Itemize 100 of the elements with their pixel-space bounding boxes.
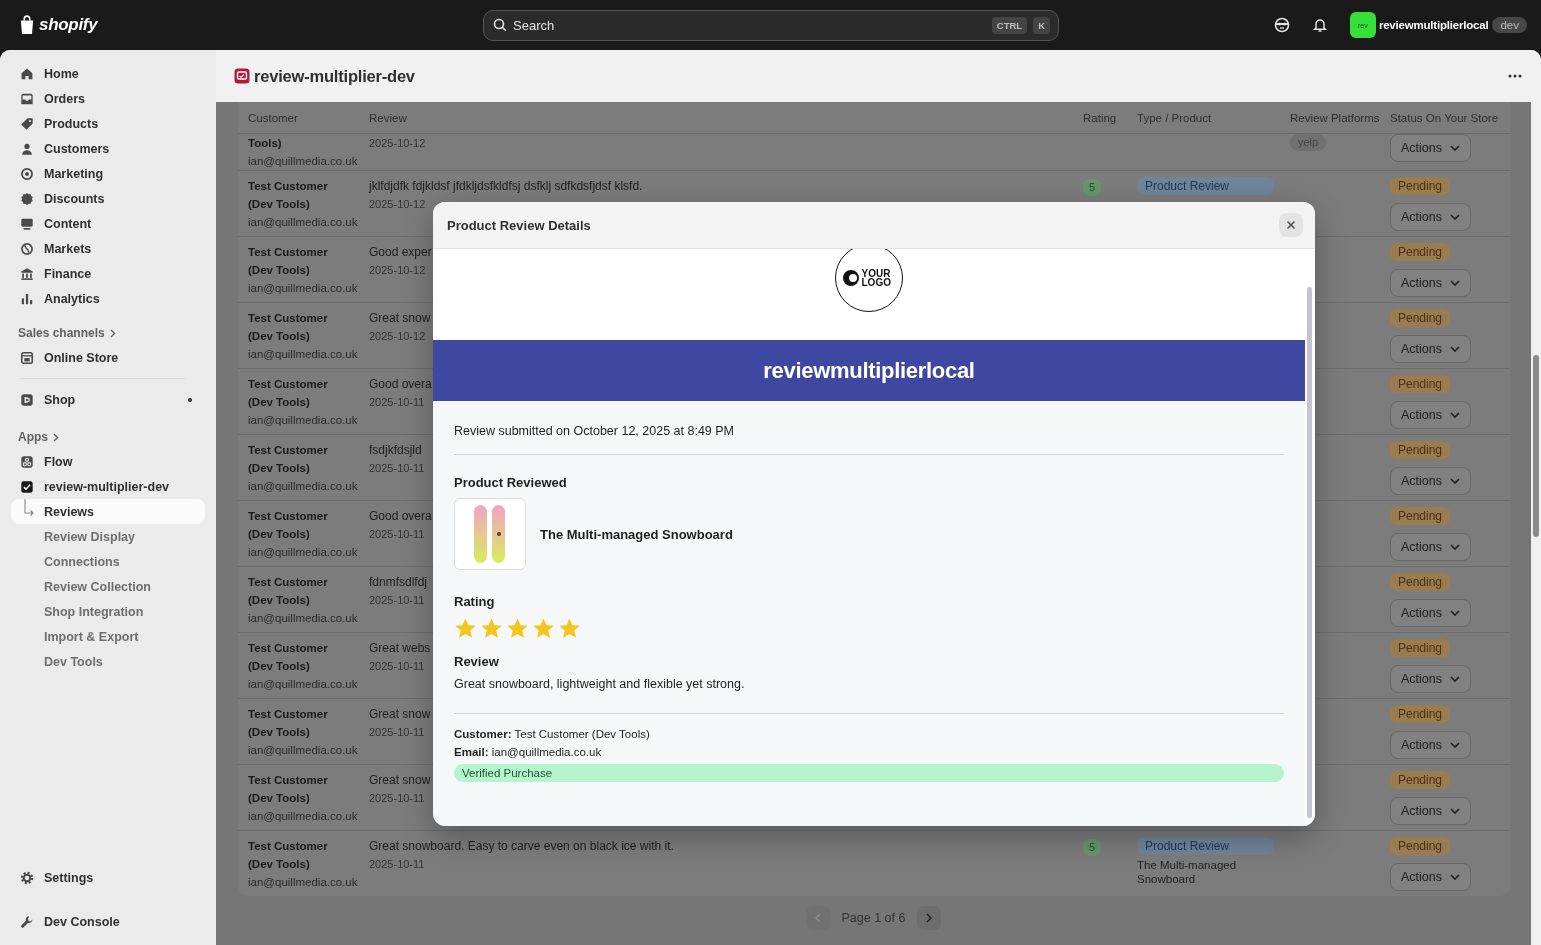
face-icon[interactable] — [1273, 17, 1290, 33]
actions-button[interactable]: Actions — [1390, 467, 1471, 495]
customer-name: Tools) — [248, 136, 282, 151]
submitted-text: Review submitted on October 12, 2025 at 8:49 PM — [454, 424, 736, 438]
column-header: Type / Product — [1136, 110, 1213, 126]
customer-email: ian@quillmedia.co.uk — [248, 545, 358, 560]
nav-item[interactable]: Discounts — [11, 186, 205, 211]
review-date: 2025-10-12 — [369, 263, 426, 278]
nav-item[interactable]: Settings — [11, 865, 205, 890]
status-tag: Pending — [1390, 771, 1451, 789]
store-name: reviewmultiplierlocal — [1378, 19, 1489, 31]
status-tag: Pending — [1390, 837, 1451, 855]
customer-name: Test Customer (Dev Tools) — [248, 377, 329, 410]
actions-button[interactable]: Actions — [1390, 335, 1471, 363]
customer-line: Customer: Test Customer (Dev Tools) — [454, 728, 651, 740]
nav-item[interactable]: Review Collection — [11, 574, 205, 599]
customer-name: Test Customer (Dev Tools) — [248, 443, 329, 476]
search-input[interactable]: Search — [513, 17, 986, 33]
actions-button[interactable]: Actions — [1390, 134, 1471, 162]
snowboard-thumbnail — [454, 498, 526, 570]
nav-item[interactable]: Reviews — [11, 499, 205, 524]
nav-item[interactable]: Shop Integration — [11, 599, 205, 624]
nav-item[interactable]: Markets — [11, 236, 205, 261]
logo-text: YOUR LOGO — [861, 269, 892, 287]
chevron-down-icon — [1450, 280, 1460, 286]
review-date: 2025-10-12 — [369, 329, 426, 344]
status-tag: Pending — [1390, 573, 1451, 591]
customer-name: Test Customer (Dev Tools) — [248, 245, 329, 278]
nav-item[interactable]: Analytics — [11, 286, 205, 311]
nav-item[interactable]: Products — [11, 111, 205, 136]
chevron-left-icon — [814, 913, 821, 923]
nav-item[interactable]: Home — [11, 61, 205, 86]
review-date: 2025-10-11 — [369, 461, 425, 476]
actions-button[interactable]: Actions — [1390, 731, 1471, 759]
nav-item[interactable]: Content — [11, 211, 205, 236]
nav-item[interactable]: Finance — [11, 261, 205, 286]
more-icon[interactable] — [1508, 74, 1522, 78]
search-icon — [493, 18, 507, 32]
verified-badge: Verified Purchase — [454, 764, 1284, 782]
nav-item[interactable]: Dev Tools — [11, 649, 205, 674]
review-text: Great snow — [369, 706, 431, 723]
page-indicator: Page 1 of 6 — [840, 911, 907, 925]
customer-name: Test Customer (Dev Tools) — [248, 839, 329, 872]
nav-item[interactable]: Customers — [11, 136, 205, 161]
section-heading: Review — [454, 654, 500, 669]
nav-item[interactable]: review-multiplier-dev — [11, 474, 205, 499]
review-date: 2025-10-11 — [369, 593, 425, 608]
nav-item[interactable]: Connections — [11, 549, 205, 574]
badge-icon — [20, 191, 34, 206]
nav-item[interactable]: Review Display — [11, 524, 205, 549]
store-banner: reviewmultiplierlocal — [433, 340, 1305, 401]
nav-item[interactable]: Import & Export — [11, 624, 205, 649]
close-button[interactable] — [1279, 213, 1303, 237]
nav-item[interactable]: Marketing — [11, 161, 205, 186]
customer-name: Test Customer (Dev Tools) — [248, 311, 329, 344]
customer-email: ian@quillmedia.co.uk — [248, 677, 358, 692]
customer-email: ian@quillmedia.co.uk — [248, 281, 358, 296]
nav-item[interactable]: Online Store — [11, 345, 205, 370]
review-text: Great snow — [369, 310, 431, 327]
monitor-icon — [20, 216, 34, 231]
nav-item[interactable]: Dev Console — [11, 909, 205, 934]
actions-button[interactable]: Actions — [1390, 797, 1471, 825]
chevron-right-icon — [53, 432, 59, 442]
section-heading[interactable]: Apps — [11, 425, 66, 449]
actions-button[interactable]: Actions — [1390, 665, 1471, 693]
search-bar[interactable]: Search CTRL K — [483, 9, 1059, 41]
customer-email: ian@quillmedia.co.uk — [248, 154, 358, 169]
nav-item[interactable]: Shop — [11, 387, 205, 412]
bell-icon[interactable] — [1311, 17, 1328, 33]
chevron-down-icon — [1450, 346, 1460, 352]
chevron-down-icon — [1450, 676, 1460, 682]
chevron-down-icon — [1450, 478, 1460, 484]
actions-button[interactable]: Actions — [1390, 599, 1471, 627]
review-date: 2025-10-12 — [369, 197, 426, 212]
review-text: fdnmfsdlfdj — [369, 574, 428, 591]
review-text: Good overa — [369, 508, 432, 525]
chevron-right-icon — [109, 328, 116, 338]
customer-name: Test Customer (Dev Tools) — [248, 773, 329, 806]
app-icon — [234, 68, 250, 84]
nav-item[interactable]: Flow — [11, 449, 205, 474]
status-tag: Pending — [1390, 243, 1451, 261]
star-icon — [558, 617, 581, 640]
actions-button[interactable]: Actions — [1390, 269, 1471, 297]
review-text: fsdjkfdsjld — [369, 442, 422, 459]
review-date: 2025-10-11 — [369, 857, 425, 872]
actions-button[interactable]: Actions — [1390, 203, 1471, 231]
column-header: Review Platforms — [1289, 110, 1380, 126]
shortcut-key: K — [1033, 16, 1050, 34]
actions-button[interactable]: Actions — [1390, 401, 1471, 429]
section-heading[interactable]: Sales channels — [11, 321, 123, 345]
wrench-icon — [20, 914, 34, 929]
customer-name: Test Customer (Dev Tools) — [248, 641, 329, 674]
actions-button[interactable]: Actions — [1390, 863, 1471, 891]
star-icon — [454, 617, 477, 640]
column-header: Customer — [247, 110, 299, 126]
section-heading: Product Reviewed — [454, 475, 568, 490]
actions-button[interactable]: Actions — [1390, 533, 1471, 561]
customer-name: Test Customer (Dev Tools) — [248, 179, 329, 212]
nav-item[interactable]: Orders — [11, 86, 205, 111]
customer-email: ian@quillmedia.co.uk — [248, 215, 358, 230]
